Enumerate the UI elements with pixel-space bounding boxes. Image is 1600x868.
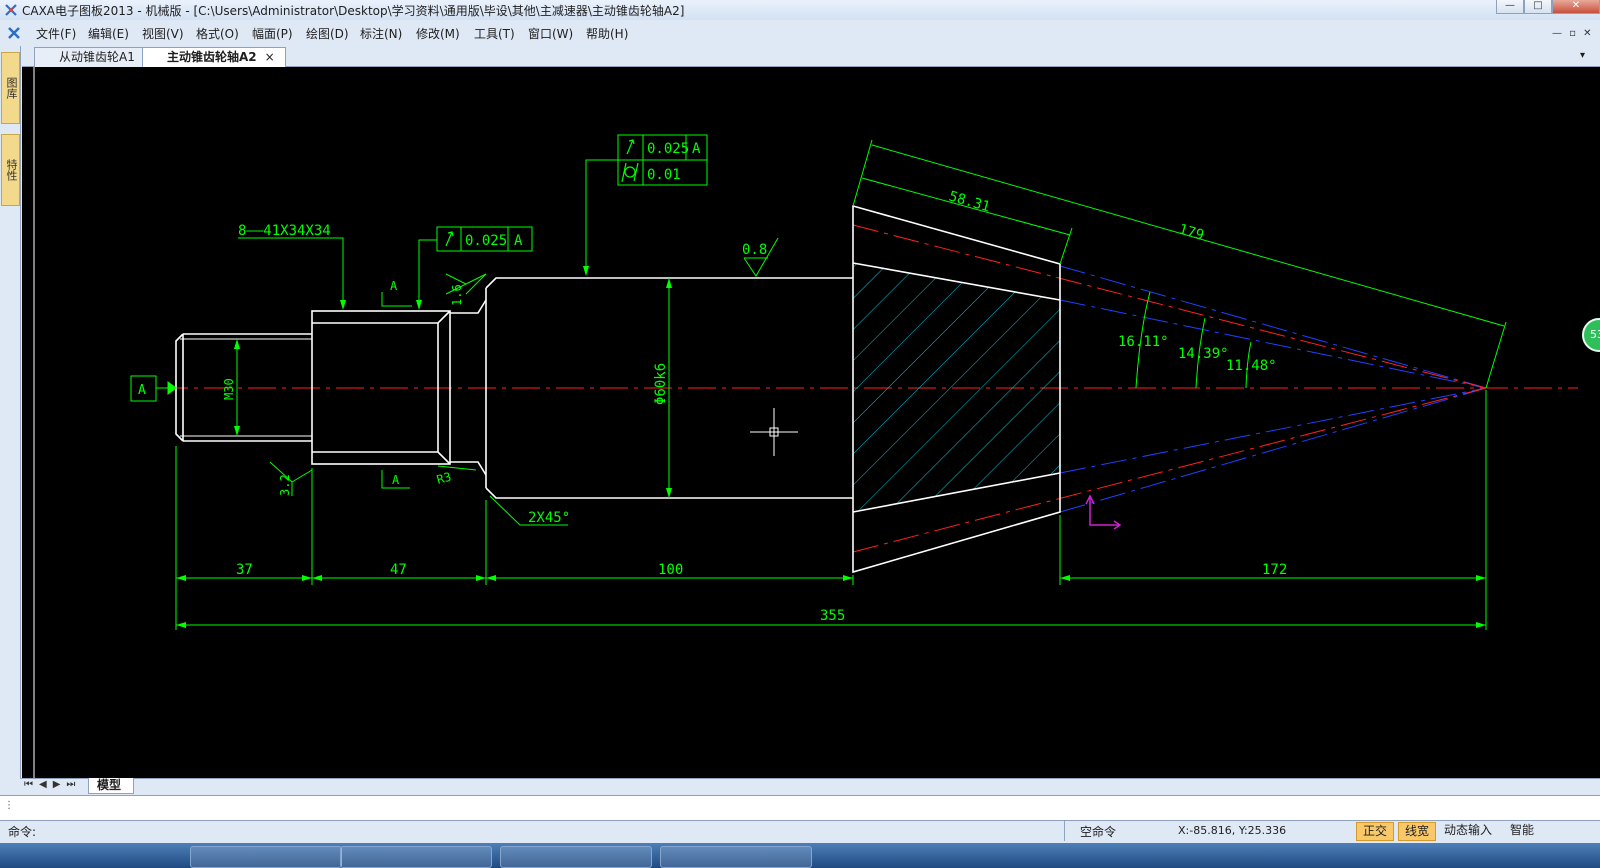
tab-label: 主动锥齿轮轴A2 [167, 50, 257, 64]
command-history-area[interactable] [0, 795, 1600, 820]
smart-snap-dropdown[interactable]: 智能 [1504, 822, 1540, 839]
gdt-runout-value: 0.025 [647, 141, 689, 157]
window-controls: — □ ✕ [1496, 0, 1600, 14]
roughness-0-8: 0.8 [742, 242, 767, 258]
tab-model[interactable]: 模型 [88, 778, 135, 794]
side-tab-label: 特性 [5, 159, 18, 181]
close-button[interactable]: ✕ [1552, 0, 1600, 14]
side-tab-label: 图库 [5, 77, 18, 99]
roughness-1-6: 1.6 [450, 284, 464, 306]
taskbar-item[interactable] [500, 846, 652, 868]
command-prompt[interactable]: 命令: [8, 823, 36, 840]
cursor-coordinates: X:-85.816, Y:25.336 [1178, 824, 1287, 837]
datum-a-label: A [138, 383, 146, 398]
menu-bar [0, 21, 1600, 45]
gdt-small-value: 0.025 [465, 233, 507, 249]
minimize-button[interactable]: — [1496, 0, 1524, 14]
dim-172: 172 [1262, 562, 1287, 578]
cad-drawing: 37 47 100 172 355 58.31 179 16.11° 14.39… [33, 67, 1578, 778]
sheet-nav-buttons[interactable]: ⏮◀▶⏭ [24, 779, 81, 790]
menu-logo-icon[interactable] [6, 25, 22, 41]
menu-sheet[interactable]: 幅面(P) [252, 25, 293, 42]
cursor-crosshair [750, 408, 798, 456]
side-tab-library[interactable]: 图库 [1, 52, 20, 124]
menu-file[interactable]: 文件(F) [36, 25, 76, 42]
tab-drive-gear-shaft[interactable]: 主动锥齿轮轴A2 × [142, 47, 286, 67]
datum-a-upper: A [390, 279, 398, 293]
command-grip-icon[interactable]: ⋮ [4, 800, 14, 811]
dimension-lines [130, 134, 1507, 630]
chamfer-label: 2X45° [528, 510, 570, 526]
dim-m30: M30 [222, 378, 236, 400]
dim-58-31: 58.31 [947, 188, 992, 215]
caxa-app-icon[interactable] [4, 3, 18, 17]
roughness-3-2: 3.2 [278, 474, 292, 496]
menu-help[interactable]: 帮助(H) [586, 25, 628, 42]
spline-label: 8——41X34X34 [238, 223, 331, 239]
cylindricity-icon [621, 162, 639, 183]
menu-edit[interactable]: 编辑(E) [88, 25, 129, 42]
taskbar-item[interactable] [190, 846, 342, 868]
tab-close-icon[interactable]: × [265, 50, 275, 64]
status-separator [1064, 821, 1065, 841]
dim-100: 100 [658, 562, 683, 578]
dimension-arrows [176, 266, 1486, 628]
dim-37: 37 [236, 562, 253, 578]
menu-format[interactable]: 格式(O) [196, 25, 239, 42]
datum-a-lower: A [392, 473, 400, 487]
taskbar-item[interactable] [340, 846, 492, 868]
dim-179: 179 [1177, 221, 1206, 243]
sheet-tab-bar [20, 778, 1600, 795]
menu-modify[interactable]: 修改(M) [416, 25, 460, 42]
gdt-cylindricity-value: 0.01 [647, 167, 681, 183]
radius-label: R3 [435, 470, 453, 487]
mdi-window-buttons[interactable]: — ▫ ✕ [1552, 28, 1594, 39]
runout-icon [626, 139, 635, 155]
side-tab-properties[interactable]: 特性 [1, 134, 20, 206]
menu-view[interactable]: 视图(V) [142, 25, 184, 42]
angle-11-48: 11.48° [1226, 358, 1277, 374]
dim-47: 47 [390, 562, 407, 578]
drawing-canvas[interactable]: 37 47 100 172 355 58.31 179 16.11° 14.39… [22, 67, 1600, 778]
gdt-small-ref: A [514, 233, 523, 249]
status-empty-command: 空命令 [1080, 825, 1117, 839]
lineweight-toggle[interactable]: 线宽 [1398, 822, 1437, 841]
gdt-runout-ref: A [692, 141, 701, 157]
menu-draw[interactable]: 绘图(D) [306, 25, 349, 42]
section-hatch [853, 263, 1060, 512]
angle-16-11: 16.11° [1118, 334, 1169, 350]
tab-driven-gear[interactable]: 从动锥齿轮A1 [34, 47, 146, 67]
ortho-toggle[interactable]: 正交 [1356, 822, 1395, 841]
dynamic-input-toggle[interactable]: 动态输入 [1438, 822, 1498, 839]
menu-window[interactable]: 窗口(W) [528, 25, 573, 42]
tab-dropdown-icon[interactable]: ▾ [1580, 50, 1585, 61]
tab-label: 从动锥齿轮A1 [59, 50, 135, 64]
angle-14-39: 14.39° [1178, 346, 1229, 362]
dim-phi60: Φ60k6 [653, 363, 669, 405]
ucs-icon [1085, 494, 1122, 530]
window-title: CAXA电子图板2013 - 机械版 - [C:\Users\Administr… [22, 4, 685, 18]
maximize-button[interactable]: □ [1524, 0, 1552, 14]
menu-tools[interactable]: 工具(T) [474, 25, 515, 42]
menu-dimension[interactable]: 标注(N) [360, 25, 402, 42]
runout-icon [445, 231, 454, 247]
taskbar-item[interactable] [660, 846, 812, 868]
dim-355: 355 [820, 608, 845, 624]
